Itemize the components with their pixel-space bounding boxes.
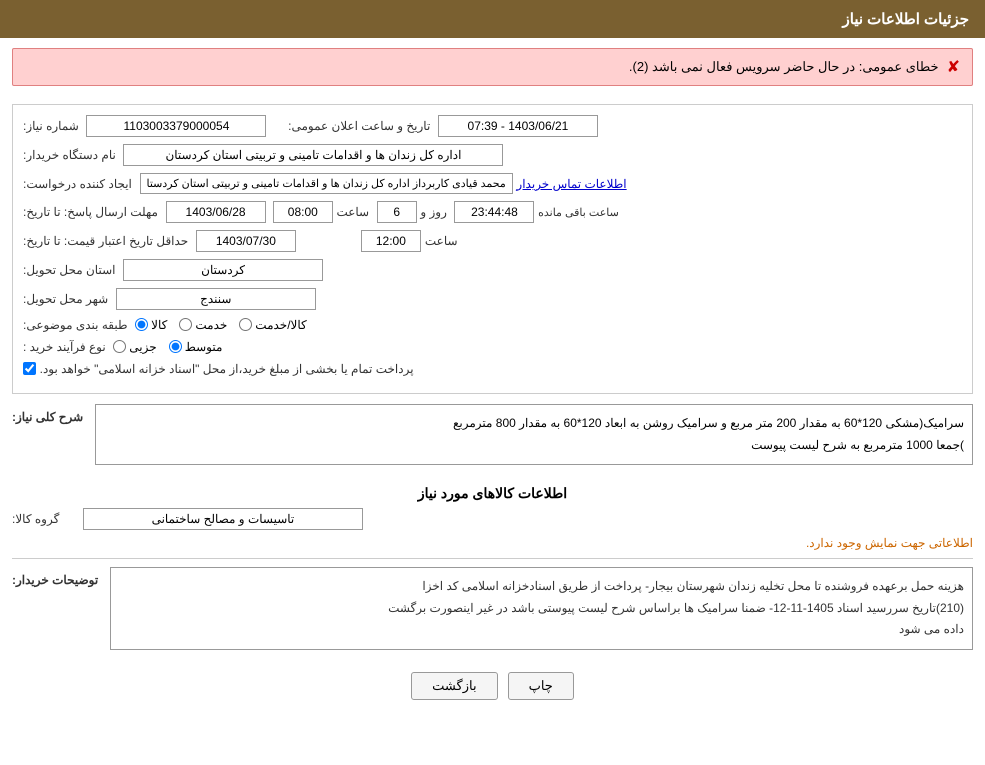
tabaqe-kala: کالا [135, 318, 167, 332]
ijadKonande-link[interactable]: اطلاعات تماس خریدار [516, 177, 626, 191]
kalaha-section-title: اطلاعات کالاهای مورد نیاز [12, 485, 973, 502]
main-form-section: 1403/06/21 - 07:39 تاریخ و ساعت اعلان عم… [12, 104, 973, 394]
buttons-row: چاپ بازگشت [12, 672, 973, 700]
goroheKala-label: گروه کالا: [12, 512, 59, 526]
tabaqe-kala-khadamat-radio[interactable] [239, 318, 252, 331]
error-message: خطای عمومی: در حال حاضر سرویس فعال نمی ب… [629, 59, 939, 75]
ostan-value: کردستان [123, 259, 323, 281]
sharh-text1: سرامیک(مشکی 120*60 به مقدار 200 متر مربع… [453, 416, 964, 430]
pardakht-checkbox[interactable] [23, 362, 36, 375]
sharh-section: سرامیک(مشکی 120*60 به مقدار 200 متر مربع… [12, 404, 973, 475]
buyer-notes-section: هزینه حمل برعهده فروشنده تا محل تخلیه زن… [12, 567, 973, 660]
shomareNiaz-value: 1103003379000054 [86, 115, 266, 137]
tabaqe-khadamat: خدمت [179, 318, 227, 332]
motavaset-label: متوسط [185, 340, 223, 354]
noeFarayand-motavaset: متوسط [169, 340, 223, 354]
buyer-notes-text1: هزینه حمل برعهده فروشنده تا محل تخلیه زن… [422, 579, 964, 593]
info-note: اطلاعاتی جهت نمایش وجود ندارد. [12, 536, 973, 550]
mohlatErsalPasokh-label: مهلت ارسال پاسخ: تا تاریخ: [23, 205, 158, 219]
tabaqe-kala-khadamat: کالا/خدمت [239, 318, 306, 332]
hadaqalTarikh-label: حداقل تاریخ اعتبار قیمت: تا تاریخ: [23, 234, 188, 248]
page-header: جزئیات اطلاعات نیاز [0, 0, 985, 38]
saat-label: ساعت [336, 205, 369, 219]
tabaqe-kala-radio[interactable] [135, 318, 148, 331]
row-namDastgah: اداره کل زندان ها و اقدامات تامینی و ترب… [23, 144, 962, 166]
remaining-label: ساعت باقی مانده [538, 206, 619, 219]
row-noeFarayand: متوسط جزیی نوع فرآیند خرید : [23, 339, 962, 354]
print-button[interactable]: چاپ [508, 672, 574, 700]
remaining-time: 23:44:48 [454, 201, 534, 223]
shomareNiaz-label: شماره نیاز: [23, 119, 79, 133]
row-tabaqe: کالا/خدمت خدمت کالا طبقه بندی موضوعی: [23, 317, 962, 332]
row-goroheKala: تاسیسات و مصالح ساختمانی گروه کالا: [12, 508, 973, 530]
pardakht-label: پرداخت تمام یا بخشی از مبلغ خرید،از محل … [40, 362, 414, 376]
saat-label2: ساعت [425, 234, 458, 248]
page-title: جزئیات اطلاعات نیاز [843, 11, 970, 28]
sharh-text2: )جمعا 1000 مترمربع به شرح لیست پیوست [751, 438, 964, 452]
hadaqalTime-value: 12:00 [361, 230, 421, 252]
namDastgah-value: اداره کل زندان ها و اقدامات تامینی و ترب… [123, 144, 503, 166]
ijadKonande-value: محمد قیادی کاربرداز اداره کل زندان ها و … [140, 173, 513, 194]
noeFarayand-jozi: جزیی [113, 340, 156, 354]
tarikhSaat-value: 1403/06/21 - 07:39 [438, 115, 598, 137]
buyer-notes-label: توضیحات خریدار: [12, 573, 98, 587]
back-button[interactable]: بازگشت [411, 672, 497, 700]
row-shahr: سنندج شهر محل تحویل: [23, 288, 962, 310]
row-hadaqalTarikh: ساعت 12:00 1403/07/30 حداقل تاریخ اعتبار… [23, 230, 962, 252]
sharh-label: شرح کلی نیاز: [12, 410, 83, 424]
row-mohlatErsalPasokh: ساعت باقی مانده 23:44:48 روز و 6 ساعت 08… [23, 201, 962, 223]
tarikhSaat-label: تاریخ و ساعت اعلان عمومی: [288, 119, 430, 133]
goroheKala-value: تاسیسات و مصالح ساختمانی [83, 508, 363, 530]
noeFarayand-label: نوع فرآیند خرید : [23, 340, 106, 354]
error-icon: ✘ [947, 57, 960, 77]
row-pardakht: پرداخت تمام یا بخشی از مبلغ خرید،از محل … [23, 361, 962, 376]
mohlatTime-value: 08:00 [273, 201, 333, 223]
kala-label: کالا [151, 318, 167, 332]
separator [12, 558, 973, 559]
mohlatDate-value: 1403/06/28 [166, 201, 266, 223]
row-shomareNiaz: 1403/06/21 - 07:39 تاریخ و ساعت اعلان عم… [23, 115, 962, 137]
buyer-notes-box: هزینه حمل برعهده فروشنده تا محل تخلیه زن… [110, 567, 973, 650]
row-ostan: کردستان استان محل تحویل: [23, 259, 962, 281]
shahr-value: سنندج [116, 288, 316, 310]
sharh-text-box: سرامیک(مشکی 120*60 به مقدار 200 متر مربع… [95, 404, 973, 465]
buyer-notes-text3: داده می شود [899, 622, 964, 636]
ostan-label: استان محل تحویل: [23, 263, 115, 277]
kala-khadamat-label: کالا/خدمت [255, 318, 306, 332]
tabaqe-radio-group: کالا/خدمت خدمت کالا [135, 318, 307, 332]
error-bar: ✘ خطای عمومی: در حال حاضر سرویس فعال نمی… [12, 48, 973, 86]
roz-value: 6 [377, 201, 417, 223]
shahr-label: شهر محل تحویل: [23, 292, 108, 306]
jozi-radio[interactable] [113, 340, 126, 353]
khadamat-label: خدمت [195, 318, 227, 332]
motavaset-radio[interactable] [169, 340, 182, 353]
hadaqalDate-value: 1403/07/30 [196, 230, 296, 252]
namDastgah-label: نام دستگاه خریدار: [23, 148, 116, 162]
buyer-notes-text2: (210)تاریخ سررسید اسناد 1405-11-12- ضمنا… [388, 601, 964, 615]
jozi-label: جزیی [129, 340, 156, 354]
tabaqe-khadamat-radio[interactable] [179, 318, 192, 331]
ijadKonande-label: ایجاد کننده درخواست: [23, 177, 132, 191]
tabaqe-label: طبقه بندی موضوعی: [23, 318, 128, 332]
noeFarayand-radio-group: متوسط جزیی [113, 340, 222, 354]
roz-label: روز و [420, 205, 447, 219]
row-ijadKonande: اطلاعات تماس خریدار محمد قیادی کاربرداز … [23, 173, 962, 194]
